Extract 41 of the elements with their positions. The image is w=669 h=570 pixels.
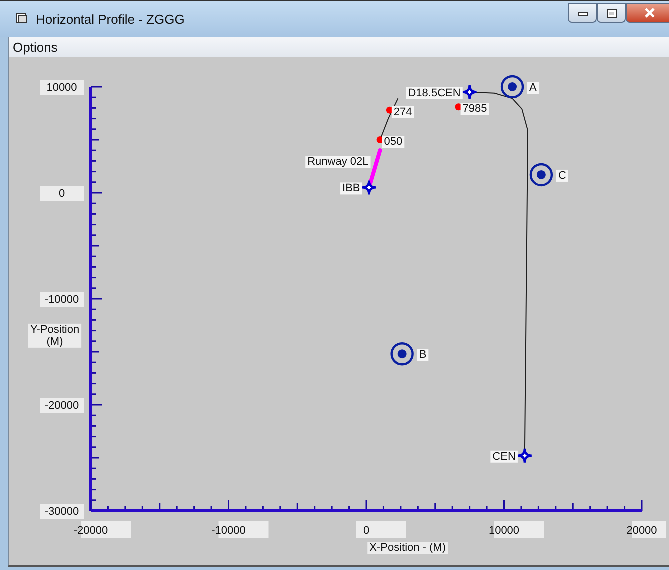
minimize-button[interactable]: [568, 3, 597, 23]
point-label: Runway 02L: [306, 156, 371, 168]
maximize-button[interactable]: [597, 3, 626, 23]
point-label: D18.5CEN: [406, 87, 463, 100]
x-tick-label: 0: [363, 525, 370, 537]
axis-tick-label: 0: [356, 521, 406, 538]
point-label: A: [528, 82, 540, 94]
close-button[interactable]: [626, 3, 669, 23]
x-tick-label: 10000: [488, 525, 520, 537]
axis-tick-label: 10000: [488, 521, 544, 538]
x-tick-label: 20000: [626, 525, 658, 537]
minimize-icon: [578, 10, 588, 16]
axis-tick-label: 20000: [626, 521, 666, 538]
y-tick-label: 10000: [46, 82, 78, 94]
point-label: C: [556, 170, 568, 182]
window-title: Horizontal Profile - ZGGG: [36, 12, 185, 26]
y-tick-label: -20000: [44, 400, 80, 412]
close-icon: [644, 8, 656, 18]
y-tick-label: -10000: [44, 294, 80, 306]
axis-tick-label: -10000: [212, 521, 269, 538]
axis-tick-label: -20000: [74, 521, 131, 538]
point-label: 7985: [460, 103, 490, 116]
y-tick-label: -30000: [44, 506, 80, 518]
axis-title: Y-Position (M): [28, 324, 82, 348]
axis-tick-label: 10000: [40, 80, 84, 95]
point-label: 274: [392, 106, 414, 118]
axis-title: X-Position - (M): [368, 542, 448, 554]
point-label: B: [417, 349, 429, 362]
point-label: IBB: [340, 182, 362, 195]
y-tick-label: 0: [58, 188, 66, 200]
point-label: CEN: [490, 450, 518, 463]
menu-item[interactable]: Options: [13, 40, 58, 54]
axis-tick-label: 0: [40, 186, 84, 201]
axis-tick-label: -20000: [40, 398, 84, 413]
maximize-icon: [606, 8, 616, 18]
x-tick-label: -10000: [212, 525, 246, 537]
window-icon: [16, 12, 28, 24]
axis-tick-label: -30000: [40, 504, 84, 519]
x-tick-label: -20000: [74, 525, 108, 537]
point-label: 050: [382, 136, 405, 148]
axis-tick-label: -10000: [40, 292, 84, 307]
